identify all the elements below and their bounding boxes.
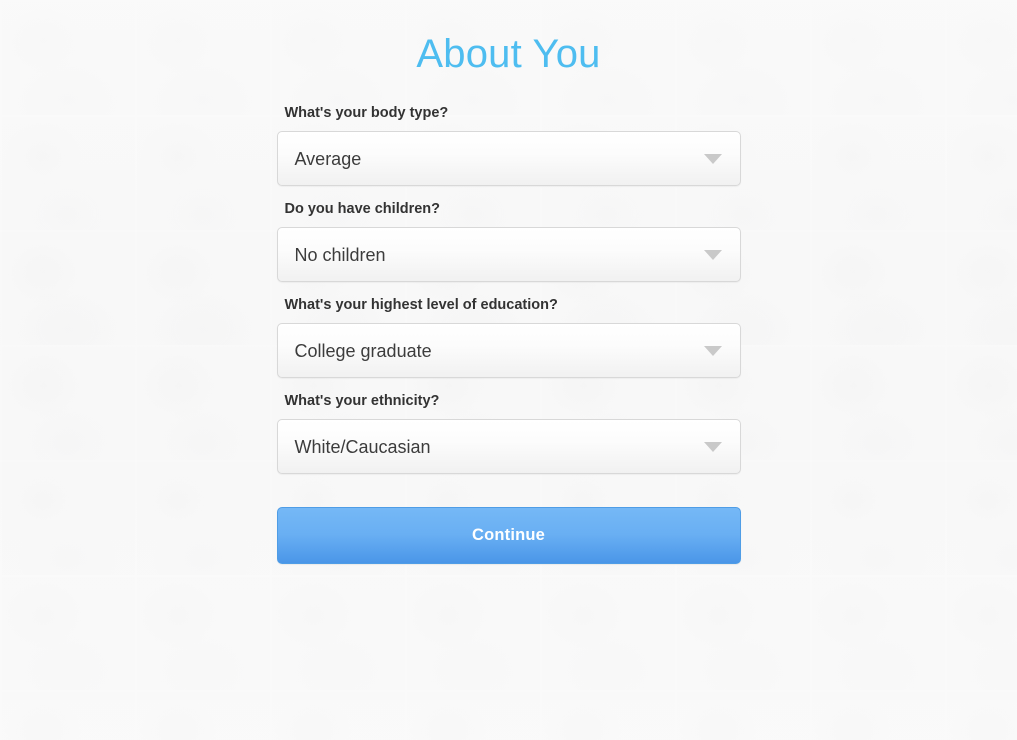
chevron-down-icon <box>702 340 724 362</box>
field-group-ethnicity: What's your ethnicity? White/Caucasian <box>276 392 741 474</box>
field-group-children: Do you have children? No children <box>276 200 741 282</box>
select-education-value: College graduate <box>294 340 432 361</box>
field-group-education: What's your highest level of education? … <box>276 296 741 378</box>
select-children[interactable]: No children <box>276 227 741 282</box>
select-body-type[interactable]: Average <box>276 131 741 186</box>
page-title: About You <box>416 32 601 76</box>
select-children-value: No children <box>294 244 386 265</box>
submit-row: Continue <box>276 507 741 564</box>
label-education: What's your highest level of education? <box>284 297 558 313</box>
label-ethnicity: What's your ethnicity? <box>284 393 440 409</box>
chevron-down-icon <box>702 244 724 266</box>
continue-button[interactable]: Continue <box>276 507 741 564</box>
label-children: Do you have children? <box>284 201 441 217</box>
select-education[interactable]: College graduate <box>276 323 741 378</box>
about-you-form: What's your body type? Average Do you ha… <box>276 78 741 564</box>
about-you-page: About You What's your body type? Average… <box>0 0 1017 740</box>
select-ethnicity-value: White/Caucasian <box>294 436 431 457</box>
chevron-down-icon <box>702 148 724 170</box>
select-body-type-value: Average <box>294 148 362 169</box>
field-group-body-type: What's your body type? Average <box>276 104 741 186</box>
label-body-type: What's your body type? <box>284 105 449 121</box>
select-ethnicity[interactable]: White/Caucasian <box>276 419 741 474</box>
chevron-down-icon <box>702 436 724 458</box>
